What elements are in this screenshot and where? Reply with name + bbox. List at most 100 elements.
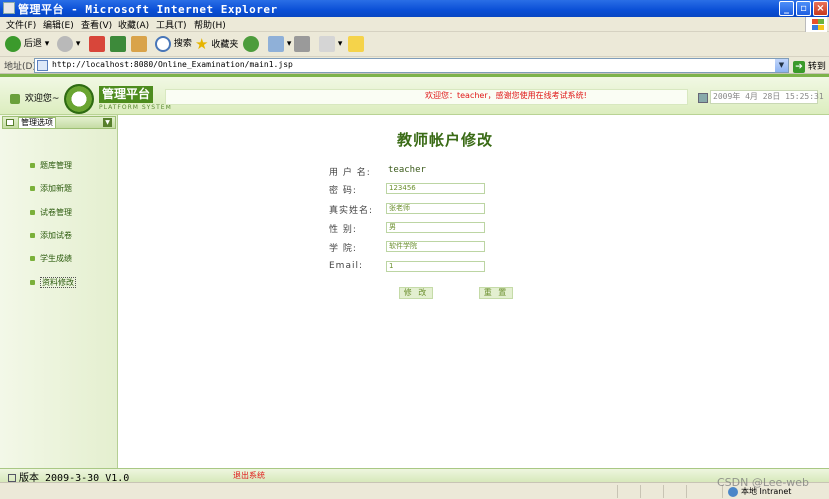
close-button[interactable]: × <box>813 1 828 16</box>
logo-text: 管理平台 <box>99 86 153 103</box>
email-label: Email: <box>329 261 364 271</box>
edit-button[interactable]: ▾ <box>319 35 342 54</box>
favorites-label: 收藏夹 <box>211 40 239 50</box>
go-button[interactable]: ➔ 转到 <box>793 59 826 73</box>
app-header: 欢迎您~ 管理平台 PLATFORM SYSTEM 欢迎您：teacher，感谢… <box>0 74 829 115</box>
sidebar-item-label: 资料修改 <box>40 277 76 288</box>
sidebar-item-add-paper[interactable]: 添加试卷 <box>30 230 72 241</box>
print-icon <box>294 35 310 52</box>
mail-button[interactable]: ▾ <box>268 35 291 54</box>
sidebar-item-label: 添加试卷 <box>40 231 72 240</box>
menu-file[interactable]: 文件(F) <box>6 18 36 31</box>
browser-toolbar: 后退 ▾ ▾ 搜索 ★ 收藏夹 ▾ ▾ <box>0 32 829 57</box>
college-field[interactable]: 软件学院 <box>386 241 485 252</box>
sidebar-item-student-scores[interactable]: 学生成绩 <box>30 253 72 264</box>
favorites-button[interactable]: ★ 收藏夹 <box>195 35 238 54</box>
version-icon <box>8 474 16 482</box>
sidebar-item-label: 学生成绩 <box>40 254 72 263</box>
messenger-button[interactable] <box>348 35 364 54</box>
watermark: CSDN @Lee-web <box>717 476 810 489</box>
sidebar-title: 管理选项 <box>18 117 56 129</box>
gender-field[interactable]: 男 <box>386 222 485 233</box>
windows-logo-icon <box>805 17 827 32</box>
messenger-icon <box>348 35 364 52</box>
menu-tools[interactable]: 工具(T) <box>156 18 187 31</box>
realname-field[interactable]: 张老师 <box>386 203 485 214</box>
form-title: 教师帐户修改 <box>397 131 494 149</box>
calendar-icon <box>698 93 708 103</box>
user-icon <box>10 93 20 104</box>
college-label: 学 院: <box>329 244 357 254</box>
status-bar: 本地 Intranet <box>0 482 829 499</box>
platform-logo-icon <box>64 84 94 114</box>
minimize-button[interactable]: _ <box>779 1 794 16</box>
forward-arrow-icon <box>57 35 73 52</box>
maximize-button[interactable]: ▫ <box>796 1 811 16</box>
app-icon <box>3 2 15 14</box>
search-icon <box>155 35 171 52</box>
refresh-icon <box>110 35 126 52</box>
menu-edit[interactable]: 编辑(E) <box>43 18 74 31</box>
menu-help[interactable]: 帮助(H) <box>194 18 226 31</box>
address-label: 地址(D) <box>4 62 36 72</box>
username-value: teacher <box>388 165 426 175</box>
sidebar-item-label: 添加新题 <box>40 184 72 193</box>
email-field[interactable]: 1 <box>386 261 485 272</box>
history-button[interactable] <box>243 35 259 54</box>
sidebar-item-profile-edit[interactable]: 资料修改 <box>30 277 76 288</box>
main-content <box>119 115 829 468</box>
mail-icon <box>268 35 284 52</box>
sidebar-item-paper-management[interactable]: 试卷管理 <box>30 207 72 218</box>
history-icon <box>243 35 259 52</box>
datetime-display: 2009年 4月 28日 15:25:31 <box>710 90 824 104</box>
bullet-icon <box>30 233 35 238</box>
password-field[interactable]: 123456 <box>386 183 485 194</box>
address-dropdown-button[interactable]: ▼ <box>775 59 788 72</box>
refresh-button[interactable] <box>110 35 126 54</box>
home-button[interactable] <box>131 35 147 54</box>
window-title: 管理平台 - Microsoft Internet Explorer <box>18 3 278 16</box>
status-divider <box>617 485 618 498</box>
address-input[interactable]: http://localhost:8080/Online_Examination… <box>34 58 789 73</box>
status-divider <box>663 485 664 498</box>
bullet-icon <box>30 256 35 261</box>
page-icon <box>37 60 48 71</box>
panel-icon <box>6 119 14 126</box>
menu-bar: 文件(F) 编辑(E) 查看(V) 收藏(A) 工具(T) 帮助(H) <box>0 17 829 32</box>
sidebar-item-label: 试卷管理 <box>40 208 72 217</box>
address-url: http://localhost:8080/Online_Examination… <box>52 60 293 69</box>
stop-icon <box>89 35 105 52</box>
username-label: 用 户 名: <box>329 168 371 178</box>
back-arrow-icon <box>5 35 21 52</box>
search-label: 搜索 <box>173 39 192 49</box>
collapse-icon[interactable]: ▼ <box>103 118 112 127</box>
welcome-area: 欢迎您~ <box>10 91 59 104</box>
address-bar: 地址(D) http://localhost:8080/Online_Exami… <box>0 57 829 74</box>
reset-button[interactable]: 重 置 <box>479 287 513 299</box>
welcome-notice: 欢迎您：teacher，感谢您使用在线考试系统! <box>425 91 587 100</box>
stop-button[interactable] <box>89 35 105 54</box>
edit-icon <box>319 35 335 52</box>
bullet-icon <box>30 280 35 285</box>
window-title-bar: 管理平台 - Microsoft Internet Explorer _ ▫ × <box>0 0 829 17</box>
sidebar-item-question-bank[interactable]: 题库管理 <box>30 160 72 171</box>
go-arrow-icon: ➔ <box>793 60 805 73</box>
logo-subtitle: PLATFORM SYSTEM <box>99 104 172 111</box>
sidebar-item-add-question[interactable]: 添加新题 <box>30 183 72 194</box>
print-button[interactable] <box>294 35 310 54</box>
home-icon <box>131 35 147 52</box>
go-label: 转到 <box>807 62 826 72</box>
status-divider <box>640 485 641 498</box>
bullet-icon <box>30 210 35 215</box>
forward-button[interactable]: ▾ <box>57 35 80 54</box>
back-button[interactable]: 后退 ▾ <box>5 35 49 54</box>
bullet-icon <box>30 186 35 191</box>
logout-link[interactable]: 退出系统 <box>233 470 265 481</box>
welcome-text: 欢迎您~ <box>24 94 60 104</box>
search-button[interactable]: 搜索 <box>155 35 192 54</box>
sidebar-header: 管理选项 ▼ <box>2 116 116 129</box>
menu-favorites[interactable]: 收藏(A) <box>118 18 149 31</box>
gender-label: 性 别: <box>329 225 357 235</box>
menu-view[interactable]: 查看(V) <box>81 18 112 31</box>
submit-button[interactable]: 修 改 <box>399 287 433 299</box>
